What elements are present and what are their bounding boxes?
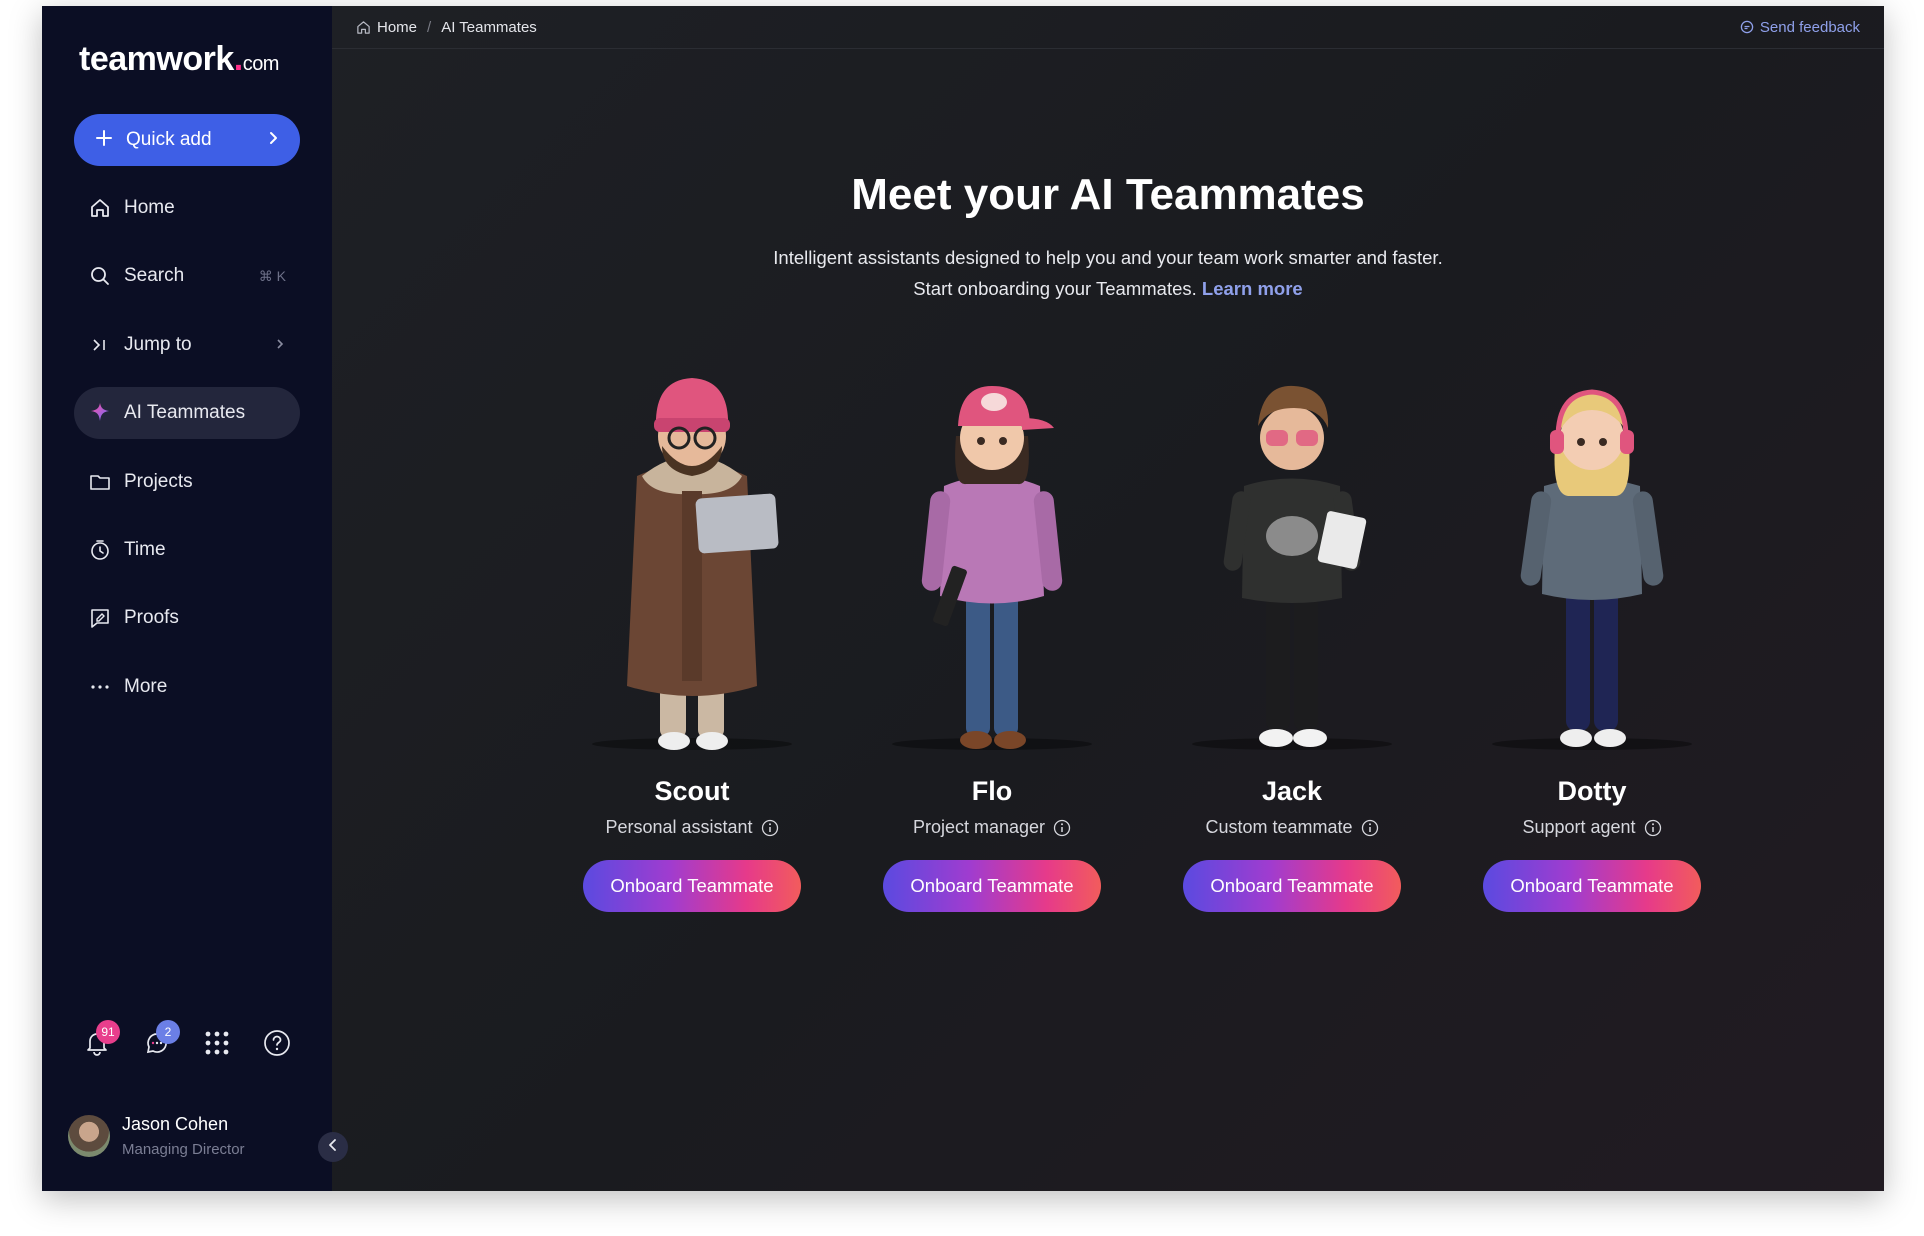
messages-button[interactable]: 2	[140, 1020, 180, 1062]
help-icon	[263, 1029, 291, 1062]
proofs-icon	[88, 606, 112, 630]
sidebar-item-label: Proofs	[124, 607, 179, 629]
user-name: Jason Cohen	[122, 1114, 229, 1134]
sidebar-item-label: Jump to	[124, 333, 192, 355]
breadcrumb: Home / AI Teammates	[356, 19, 537, 36]
more-icon	[88, 675, 112, 699]
teammate-role: Custom teammate	[1205, 817, 1378, 838]
teammate-name: Jack	[1261, 776, 1323, 806]
notifications-badge: 91	[96, 1020, 120, 1044]
search-shortcut: ⌘ K	[258, 267, 286, 284]
page-title: Meet your AI Teammates	[851, 170, 1365, 219]
search-icon	[88, 264, 112, 288]
main-content: Home / AI Teammates Send feedback Meet y…	[332, 6, 1884, 1191]
teammate-role: Support agent	[1522, 817, 1661, 838]
logo-tld: com	[242, 53, 280, 75]
quick-add-label: Quick add	[126, 129, 212, 150]
learn-more-link[interactable]: Learn more	[1202, 278, 1303, 299]
sidebar-item-home[interactable]: Home	[74, 182, 300, 234]
plus-icon	[94, 128, 114, 153]
onboard-scout-button[interactable]: Onboard Teammate	[583, 860, 801, 912]
info-icon[interactable]	[761, 819, 779, 837]
info-icon[interactable]	[1053, 819, 1071, 837]
teammate-card-scout: Scout Personal assistant Onboard Teammat…	[542, 366, 842, 912]
sidebar-item-label: Projects	[124, 470, 193, 492]
teammate-role: Personal assistant	[605, 817, 778, 838]
app-window: teamwork.com Quick add Home Search ⌘ K J…	[42, 6, 1884, 1191]
breadcrumb-current: AI Teammates	[441, 18, 537, 36]
user-profile[interactable]: Jason Cohen Managing Director	[68, 1114, 245, 1158]
messages-badge: 2	[156, 1020, 180, 1044]
home-icon	[88, 196, 112, 220]
send-feedback-link[interactable]: Send feedback	[1740, 19, 1860, 36]
teammate-card-flo: Flo Project manager Onboard Teammate	[842, 366, 1142, 912]
subtitle-text: Start onboarding your Teammates.	[913, 278, 1197, 299]
home-icon	[356, 20, 371, 35]
sidebar-item-time[interactable]: Time	[74, 524, 300, 576]
teammate-role-label: Support agent	[1522, 817, 1636, 837]
sidebar-nav: Home Search ⌘ K Jump to AI Teammates Pro…	[74, 182, 300, 729]
quick-add-button[interactable]: Quick add	[74, 114, 300, 166]
sidebar-item-label: More	[124, 675, 168, 697]
chevron-left-icon	[326, 1138, 340, 1157]
sidebar-item-label: AI Teammates	[124, 402, 246, 424]
teamwork-logo[interactable]: teamwork.com	[79, 40, 279, 79]
info-icon[interactable]	[1361, 819, 1379, 837]
chevron-right-icon	[274, 334, 286, 356]
timer-icon	[88, 538, 112, 562]
scout-avatar-illustration	[582, 366, 802, 756]
apps-button[interactable]	[200, 1028, 234, 1062]
dotty-avatar-illustration	[1482, 366, 1702, 756]
teammate-role-label: Custom teammate	[1205, 817, 1353, 837]
collapse-sidebar-button[interactable]	[318, 1132, 348, 1162]
flo-avatar-illustration	[882, 366, 1102, 756]
onboard-jack-button[interactable]: Onboard Teammate	[1183, 860, 1401, 912]
sidebar-item-search[interactable]: Search ⌘ K	[74, 250, 300, 302]
logo-name: teamwork	[79, 40, 234, 78]
jack-avatar-illustration	[1182, 366, 1402, 756]
teammates-list: Scout Personal assistant Onboard Teammat…	[542, 366, 1742, 912]
onboard-dotty-button[interactable]: Onboard Teammate	[1483, 860, 1701, 912]
teammate-role: Project manager	[913, 817, 1071, 838]
teammate-card-dotty: Dotty Support agent Onboard Teammate	[1442, 366, 1742, 912]
teammate-card-jack: Jack Custom teammate Onboard Teammate	[1142, 366, 1442, 912]
notifications-button[interactable]: 91	[80, 1020, 120, 1062]
sidebar-item-jump-to[interactable]: Jump to	[74, 319, 300, 371]
sparkle-icon	[88, 401, 112, 425]
page-subtitle: Intelligent assistants designed to help …	[332, 242, 1884, 304]
teammate-name: Dotty	[1557, 776, 1627, 806]
sidebar-item-label: Search	[124, 265, 185, 287]
jump-icon	[88, 333, 112, 357]
teammate-name: Flo	[971, 776, 1013, 806]
sidebar-item-more[interactable]: More	[74, 661, 300, 713]
logo-dot: .	[233, 40, 243, 78]
sidebar-item-projects[interactable]: Projects	[74, 456, 300, 508]
subtitle-line-2: Start onboarding your Teammates. Learn m…	[332, 273, 1884, 304]
sidebar-item-proofs[interactable]: Proofs	[74, 592, 300, 644]
teammate-role-label: Personal assistant	[605, 817, 753, 837]
send-feedback-label: Send feedback	[1759, 18, 1860, 36]
sidebar-item-ai-teammates[interactable]: AI Teammates	[74, 387, 300, 440]
teammate-name: Scout	[654, 776, 730, 806]
user-role: Managing Director	[122, 1141, 245, 1158]
help-button[interactable]	[260, 1028, 294, 1062]
sidebar-item-label: Time	[124, 538, 166, 560]
top-bar: Home / AI Teammates Send feedback	[332, 6, 1884, 49]
teammate-role-label: Project manager	[912, 817, 1046, 837]
onboard-flo-button[interactable]: Onboard Teammate	[883, 860, 1101, 912]
folder-icon	[88, 470, 112, 494]
chevron-right-icon	[266, 131, 280, 150]
sidebar-utility-bar: 91 2	[74, 1020, 300, 1062]
sidebar-item-label: Home	[124, 197, 175, 218]
breadcrumb-separator: /	[427, 18, 432, 36]
info-icon[interactable]	[1644, 819, 1662, 837]
feedback-icon	[1740, 20, 1754, 34]
avatar	[68, 1115, 110, 1157]
grid-icon	[203, 1029, 231, 1062]
sidebar: teamwork.com Quick add Home Search ⌘ K J…	[42, 6, 332, 1191]
breadcrumb-home[interactable]: Home	[377, 19, 417, 36]
subtitle-line-1: Intelligent assistants designed to help …	[773, 247, 1443, 268]
